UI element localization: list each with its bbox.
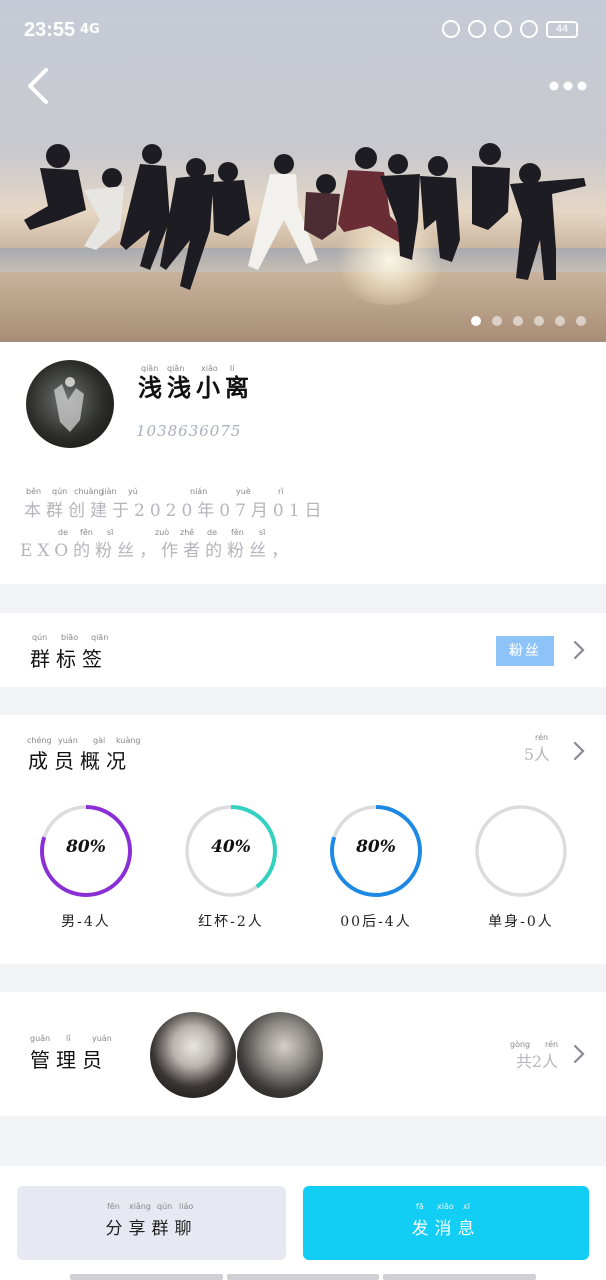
- stat-label: 红杯-2人: [198, 914, 264, 930]
- headphones-icon: [520, 20, 538, 38]
- stat-percent: 80%: [66, 837, 106, 857]
- chevron-right-icon: [573, 1044, 585, 1064]
- carousel-dot[interactable]: [555, 316, 565, 326]
- share-group-label: 分享群聊: [105, 1219, 198, 1239]
- created-pinyin-6: nián: [190, 487, 208, 496]
- msg-pinyin-3: xī: [463, 1202, 470, 1211]
- status-time: 23:55: [24, 19, 76, 41]
- created-pinyin-1: běn: [26, 487, 42, 496]
- members-pinyin-1: chéng: [27, 736, 52, 745]
- tag-pinyin-2: sī: [530, 649, 536, 657]
- chevron-right-icon: [573, 741, 585, 761]
- created-pinyin-5: yú: [128, 487, 138, 496]
- stat-ring: 80%: [328, 803, 424, 899]
- share-group-button[interactable]: fēn xiǎng qún liáo 分享群聊: [17, 1186, 286, 1260]
- stat-ring: [473, 803, 569, 899]
- stat-ring: 80%: [38, 803, 134, 899]
- more-dots-icon: [549, 81, 587, 91]
- battery-icon: 44: [546, 20, 578, 38]
- admins-pinyin-3: yuán: [92, 1034, 112, 1043]
- signal-indicator: 4G: [80, 22, 100, 37]
- created-pinyin-8: rì: [278, 487, 284, 496]
- tags-title: 群标签: [30, 647, 108, 671]
- more-options-button[interactable]: [548, 72, 588, 100]
- members-pinyin-4: kuàng: [116, 736, 141, 745]
- share-pinyin-3: qún: [157, 1202, 173, 1211]
- group-name: 浅浅小离: [138, 373, 254, 402]
- carousel-indicator: [471, 316, 586, 326]
- created-pinyin-3: chuàng: [74, 487, 104, 496]
- tag-pinyin-1: fěn: [510, 649, 522, 657]
- carousel-dot[interactable]: [492, 316, 502, 326]
- eye-comfort-icon: [442, 20, 460, 38]
- members-count: 5人: [523, 745, 550, 764]
- created-pinyin-4: jiàn: [102, 487, 117, 496]
- send-message-label: 发消息: [411, 1219, 481, 1239]
- share-pinyin-4: liáo: [179, 1202, 194, 1211]
- back-button[interactable]: [22, 62, 62, 110]
- members-title: 成员概况: [28, 749, 132, 773]
- admins-pinyin-1: guǎn: [30, 1034, 51, 1043]
- tags-pinyin-1: qún: [32, 633, 48, 642]
- msg-pinyin-2: xiāo: [437, 1202, 454, 1211]
- group-description: EXO的粉丝，作者的粉丝，: [20, 541, 294, 561]
- admins-title: 管理员: [30, 1048, 108, 1072]
- stat-label: 男-4人: [61, 914, 111, 930]
- chevron-right-icon: [573, 640, 585, 660]
- msg-pinyin-1: fā: [416, 1202, 424, 1211]
- chevron-left-icon: [28, 68, 48, 104]
- tag-badge[interactable]: fěn sī 粉丝: [496, 636, 554, 666]
- mute-bell-icon: [468, 20, 486, 38]
- admin-avatar[interactable]: [150, 1012, 236, 1098]
- tags-pinyin-3: qiān: [91, 633, 109, 642]
- created-pinyin-2: qún: [52, 487, 68, 496]
- cover-people-silhouettes: [24, 143, 586, 290]
- members-pinyin-2: yuán: [58, 736, 78, 745]
- share-pinyin-1: fēn: [107, 1202, 120, 1211]
- share-pinyin-2: xiǎng: [129, 1202, 152, 1211]
- admins-row[interactable]: guǎn lǐ yuán 管理员 gòng rén 共2人: [0, 992, 606, 1116]
- members-header[interactable]: chéng yuán gài kuàng 成员概况 rén 5人: [0, 715, 606, 785]
- admins-count: 共2人: [515, 1052, 558, 1071]
- admins-pinyin-2: lǐ: [66, 1034, 71, 1043]
- group-created-date: 本群创建于2020年07月01日: [24, 501, 327, 521]
- group-tags-row[interactable]: qún biāo qiān 群标签 fěn sī 粉丝: [0, 613, 606, 687]
- status-bar: 23:55 4G 44: [0, 0, 606, 62]
- group-id[interactable]: 1038636075: [136, 422, 241, 440]
- lock-icon: [494, 20, 512, 38]
- stat-label: 00后-4人: [340, 914, 412, 930]
- group-cover-photo[interactable]: 23:55 4G 44: [0, 0, 606, 342]
- gesture-bar: [70, 1274, 537, 1280]
- bottom-action-bar: fēn xiǎng qún liáo 分享群聊 fā xiāo xī 发消息: [0, 1166, 606, 1280]
- avatar-image: [54, 377, 84, 432]
- tags-pinyin-2: biāo: [61, 633, 79, 642]
- members-pinyin-3: gài: [93, 736, 106, 745]
- members-overview: chéng yuán gài kuàng 成员概况 rén 5人 80% 男-4人…: [0, 715, 606, 964]
- admin-avatar[interactable]: [237, 1012, 323, 1098]
- carousel-dot[interactable]: [534, 316, 544, 326]
- carousel-dot[interactable]: [471, 316, 481, 326]
- carousel-dot[interactable]: [513, 316, 523, 326]
- group-profile-card: qiǎn qiǎn xiǎo lí 浅浅小离 1038636075 běn qú…: [0, 342, 606, 584]
- stat-ring: 40%: [183, 803, 279, 899]
- stat-percent: 80%: [356, 837, 396, 857]
- send-message-button[interactable]: fā xiāo xī 发消息: [303, 1186, 589, 1260]
- stat-label: 单身-0人: [488, 914, 554, 930]
- carousel-dot[interactable]: [576, 316, 586, 326]
- created-pinyin-7: yuè: [236, 487, 251, 496]
- stat-percent: 40%: [211, 837, 251, 857]
- group-avatar[interactable]: [26, 360, 114, 448]
